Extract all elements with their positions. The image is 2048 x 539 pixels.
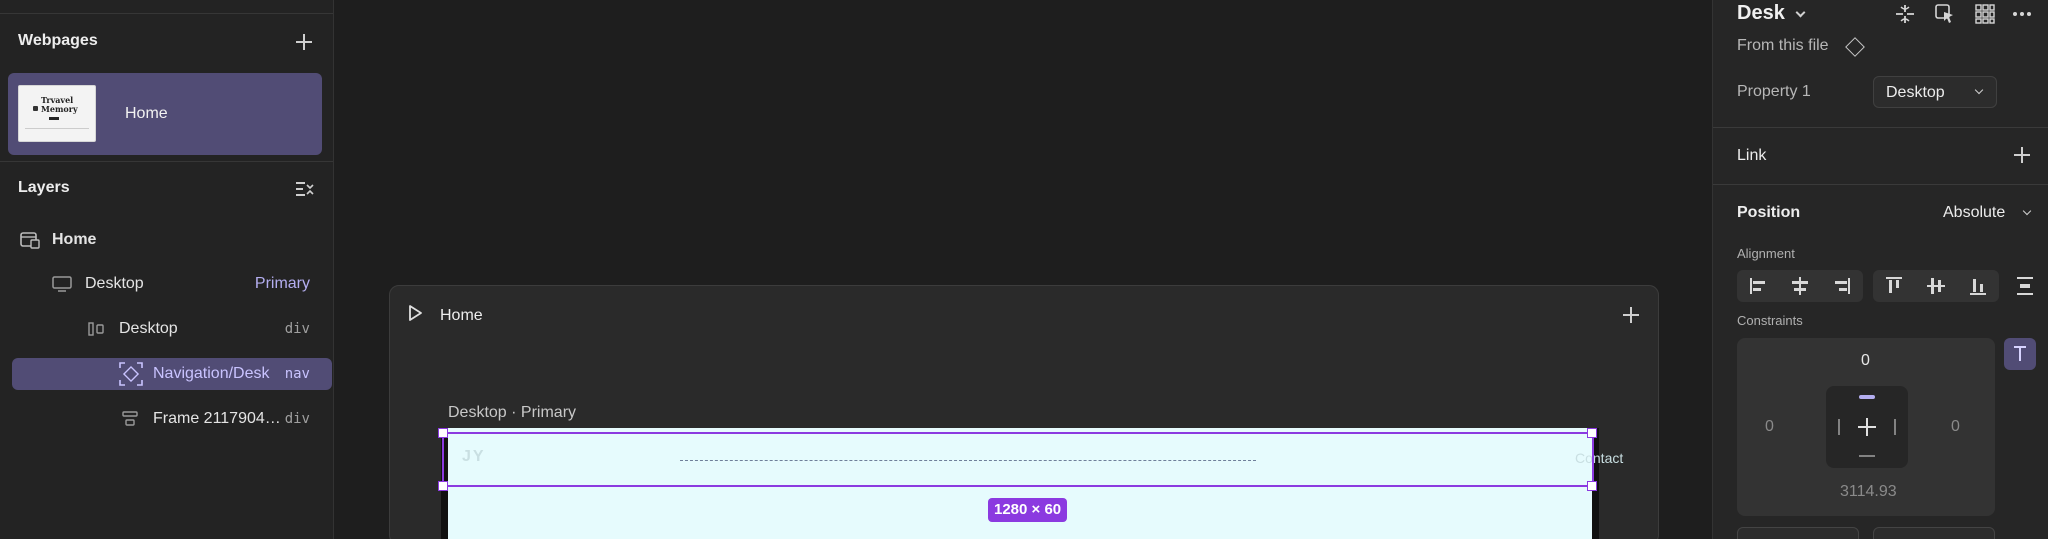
element-tag: nav	[284, 366, 310, 382]
variants-grid-icon[interactable]	[1974, 3, 1996, 25]
link-label: Link	[1737, 147, 1767, 164]
canvas[interactable]: Home Desktop · Primary JY Contact 1280 ×…	[335, 0, 1712, 539]
constraints-widget: 0 0 0 3114.93	[1737, 338, 1995, 516]
page-item-home[interactable]: Trvavel Memory Home	[8, 73, 322, 155]
thumbnail-text: Trvavel Memory	[41, 95, 78, 114]
constraint-right-value[interactable]: 0	[1951, 418, 1960, 436]
constraint-left-value[interactable]: 0	[1765, 418, 1774, 436]
pin-top-icon	[2014, 346, 2026, 361]
monitor-icon	[52, 276, 72, 292]
constraint-box	[1826, 386, 1908, 468]
element-tag: div	[284, 411, 310, 427]
more-options-icon[interactable]	[2011, 3, 2033, 25]
align-top-icon[interactable]	[1873, 270, 1915, 302]
align-bottom-icon[interactable]	[1957, 270, 1999, 302]
property-label: Property 1	[1737, 83, 1811, 100]
add-page-icon[interactable]	[295, 33, 313, 51]
thumbnail-line	[25, 128, 89, 129]
chevron-down-icon[interactable]	[1795, 7, 1806, 18]
align-right-icon[interactable]	[1821, 270, 1863, 302]
size-badge: 1280 × 60	[988, 498, 1068, 522]
pin-top-toggle[interactable]	[2004, 338, 2036, 370]
chevron-down-icon	[1974, 85, 1984, 95]
play-icon[interactable]	[406, 304, 424, 322]
property-select[interactable]: Desktop	[1873, 76, 1997, 108]
component-icon	[119, 362, 143, 386]
property-value: Desktop	[1886, 84, 1945, 101]
align-middle-icon[interactable]	[1915, 270, 1957, 302]
vertical-align-group	[1873, 270, 1999, 302]
add-breakpoint-icon[interactable]	[1622, 306, 1640, 324]
align-left-icon[interactable]	[1737, 270, 1779, 302]
divider	[0, 161, 333, 162]
component-name[interactable]: Desk	[1737, 2, 1785, 25]
layer-item-desktop-primary[interactable]: Desktop Primary	[12, 268, 332, 300]
layer-item-navigation[interactable]: Navigation/Desk nav	[12, 358, 332, 390]
resize-handle[interactable]	[438, 481, 448, 491]
layer-item-frame[interactable]: Frame 2117904… div	[12, 403, 332, 435]
distribute-icon[interactable]	[2009, 270, 2041, 302]
source-label: From this file	[1737, 37, 1829, 54]
properties-panel: Desk From this file Property 1 Desktop L…	[1712, 0, 2048, 539]
position-label: Position	[1737, 204, 1801, 221]
webpages-title: Webpages	[18, 32, 98, 49]
component-instance-icon[interactable]	[1894, 3, 1916, 25]
constraint-top-value[interactable]: 0	[1861, 352, 1870, 370]
align-center-h-icon[interactable]	[1779, 270, 1821, 302]
layer-item-desktop-div[interactable]: Desktop div	[12, 313, 332, 345]
resize-handle[interactable]	[1587, 428, 1597, 438]
constraints-label: Constraints	[1737, 313, 1803, 328]
constraint-pins-icon[interactable]	[1826, 386, 1908, 468]
chevron-down-icon[interactable]	[2022, 206, 2032, 216]
resize-handle[interactable]	[438, 428, 448, 438]
frame-title: Home	[440, 307, 483, 324]
element-tag: div	[284, 321, 310, 337]
divider	[1713, 184, 2048, 185]
thumbnail-mark	[33, 106, 38, 111]
left-panel: Webpages Trvavel Memory Home Layers Home…	[0, 0, 334, 539]
alignment-label: Alignment	[1737, 246, 1795, 261]
resize-handle[interactable]	[1587, 481, 1597, 491]
constraint-bottom-value[interactable]: 3114.93	[1840, 483, 1897, 501]
position-select[interactable]: Absolute	[1943, 204, 2005, 222]
go-to-main-icon[interactable]	[1934, 3, 1956, 25]
page-frame[interactable]: Home Desktop · Primary JY Contact 1280 ×…	[389, 285, 1659, 539]
layer-item-home[interactable]: Home	[12, 224, 332, 256]
layer-label: Navigation/Desk	[153, 365, 270, 382]
page-thumbnail: Trvavel Memory	[18, 85, 96, 142]
horizontal-align-group	[1737, 270, 1863, 302]
horizontal-constraint-select[interactable]	[1737, 527, 1859, 539]
divider	[1713, 127, 2048, 128]
divider	[0, 13, 333, 14]
frame-icon	[122, 411, 138, 426]
selection-outline[interactable]	[442, 432, 1594, 487]
page-icon	[20, 232, 40, 249]
layer-label: Desktop	[85, 275, 144, 292]
vertical-constraint-select[interactable]	[1873, 527, 1995, 539]
layer-label: Desktop	[119, 320, 178, 337]
collapse-layers-icon[interactable]	[294, 180, 314, 198]
add-link-icon[interactable]	[2013, 146, 2031, 164]
breakpoint-tag: Primary	[254, 275, 310, 292]
page-label: Home	[125, 105, 168, 122]
layers-title: Layers	[18, 179, 70, 196]
layer-label: Frame 2117904…	[153, 410, 281, 427]
app-window: Webpages Trvavel Memory Home Layers Home…	[0, 0, 2048, 539]
thumbnail-button	[49, 117, 59, 120]
stack-icon	[88, 322, 104, 336]
layer-label: Home	[52, 231, 97, 248]
breakpoint-label[interactable]: Desktop · Primary	[448, 404, 576, 422]
diamond-icon	[1845, 37, 1865, 57]
